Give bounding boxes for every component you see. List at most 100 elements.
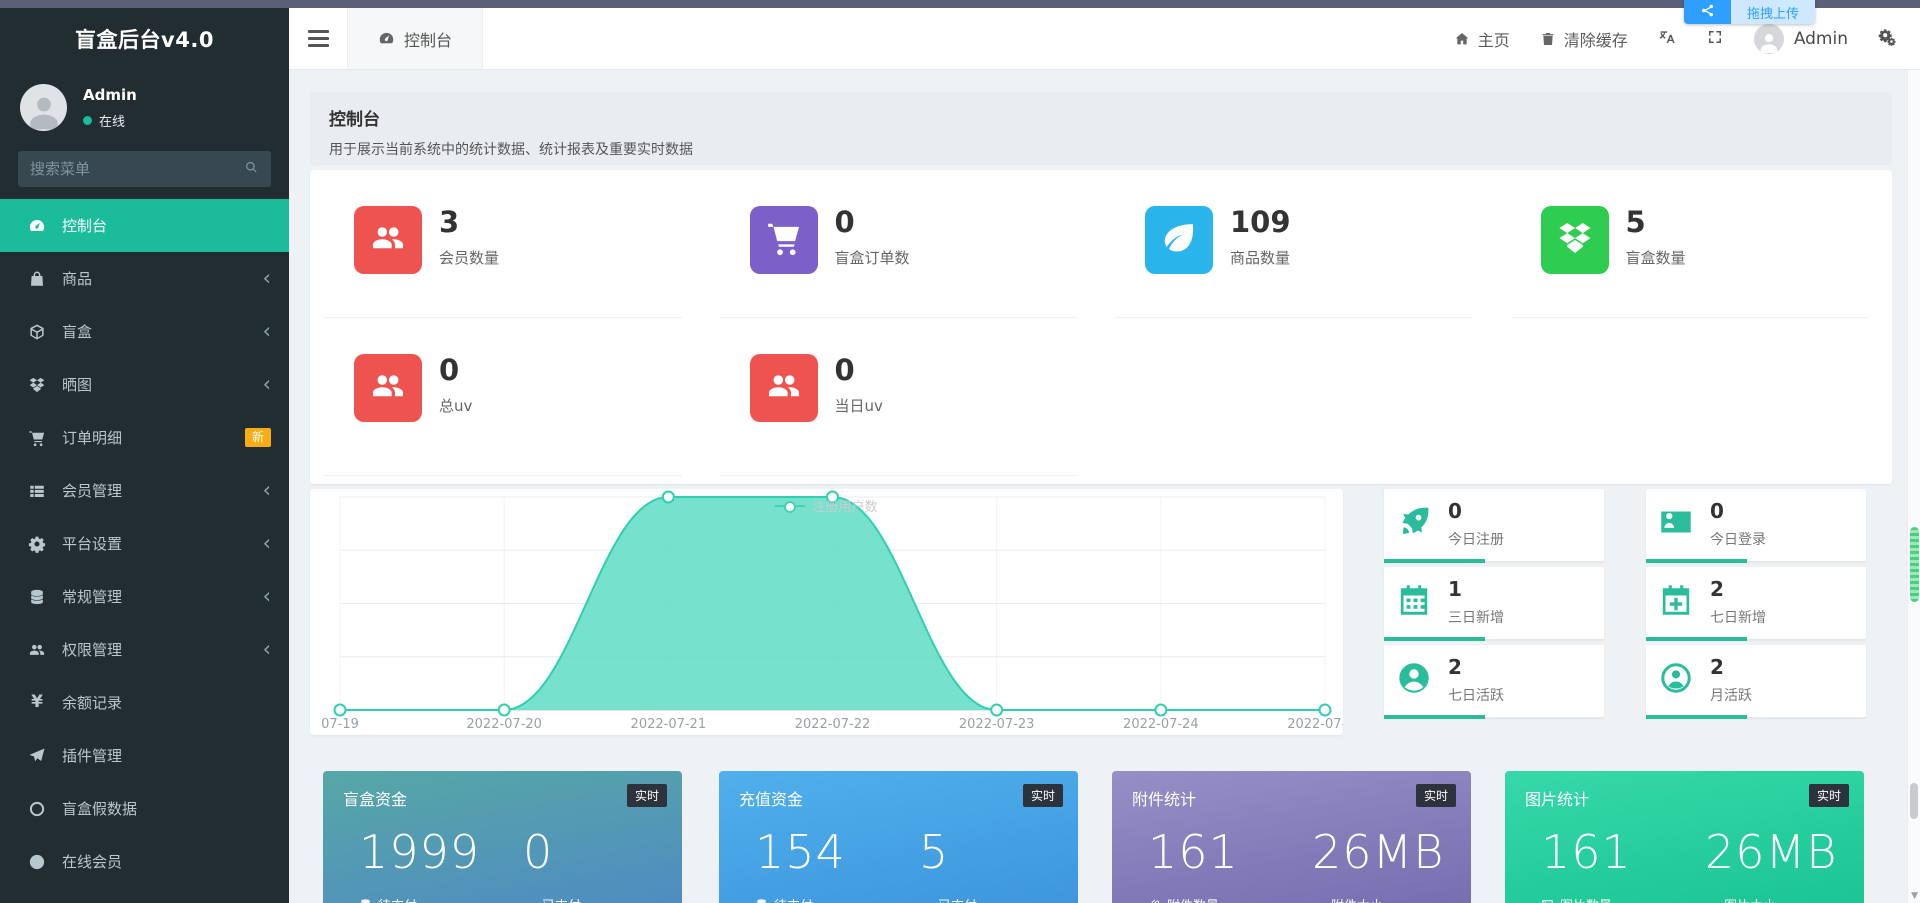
translate-button[interactable] (1658, 28, 1676, 50)
scrollbar-thumb-green[interactable] (1910, 527, 1919, 602)
realtime-card-value: 5 (919, 825, 950, 879)
tab-console[interactable]: 控制台 (347, 8, 483, 69)
sidebar-item-label: 商品 (62, 270, 93, 288)
sidebar-user-name: Admin (83, 85, 137, 104)
legend-label: 注册用户数 (812, 500, 878, 515)
stat-card-tile (749, 354, 818, 422)
stat-card-tile (354, 206, 422, 274)
settings-button[interactable] (1878, 28, 1896, 50)
sidebar-toggle-button[interactable] (289, 8, 347, 69)
page-subtitle: 用于展示当前系统中的统计数据、统计报表及重要实时数据 (329, 142, 693, 158)
realtime-card-stat-label: 附件大小 (1312, 895, 1383, 903)
realtime-card-stat-text: 待支付 (774, 895, 813, 903)
navbar-user-menu[interactable]: Admin (1753, 23, 1848, 54)
scrollbar-down-arrow-icon[interactable]: ▼ (1911, 892, 1918, 901)
navbar-right: 主页 清除缓存 Admin (1454, 23, 1920, 54)
clock-icon (28, 853, 46, 871)
user-avatar-icon (1753, 23, 1784, 54)
quick-stat-label: 今日注册 (1448, 532, 1504, 548)
users-icon (369, 219, 407, 261)
sidebar-item-label: 盲盒 (62, 323, 93, 341)
x-axis-tick-label: 2022-07-22 (795, 717, 871, 732)
navbar-item-clear-cache[interactable]: 清除缓存 (1540, 27, 1628, 51)
user-circle-o-icon (1658, 660, 1694, 696)
sidebar-item-label: 订单明细 (62, 429, 123, 447)
realtime-card: 充值资金 实时 154 待支付 5 已支付 (719, 771, 1078, 903)
online-status-label: 在线 (99, 114, 126, 130)
stat-card-value: 0 (439, 353, 460, 387)
sidebar-item[interactable]: 晒图 ‹ (0, 358, 289, 411)
legend-marker-icon (775, 500, 806, 513)
sidebar-item[interactable]: 插件管理 (0, 729, 289, 782)
app-root: 盲盒后台v4.0 Admin 在线 控制台商品 ‹ 盲盒 ‹ 晒图 ‹ 订单明细 新会员管理 ‹… (0, 0, 1920, 903)
search-icon (244, 160, 259, 179)
sidebar-item[interactable]: 商品 ‹ (0, 252, 289, 305)
quick-stat-item: 2 七日活跃 (1384, 645, 1604, 719)
cart-icon (28, 429, 46, 447)
sidebar-item[interactable]: 盲盒假数据 (0, 782, 289, 835)
users-icon (28, 641, 46, 659)
stat-card-tile (1540, 206, 1609, 274)
realtime-card-value: 26MB (1312, 825, 1445, 879)
sidebar-item-label: 会员管理 (62, 482, 123, 500)
realtime-card-stat-label: 待支付 (755, 895, 813, 903)
realtime-card: 盲盒资金 实时 1999 待支付 0 已支付 (323, 771, 682, 903)
quick-stat-item: 1 三日新增 (1384, 567, 1604, 641)
stat-card (1101, 318, 1497, 476)
yen-icon: ¥ (31, 692, 43, 712)
navbar-user-name: Admin (1793, 28, 1848, 49)
scrollbar-thumb[interactable] (1910, 783, 1918, 819)
stat-card-meta: 0 盲盒订单数 (835, 206, 910, 318)
gauge-icon (378, 30, 395, 47)
caret-down-icon (523, 898, 536, 903)
realtime-card-value: 1999 (359, 825, 481, 879)
gauge-icon (28, 217, 46, 235)
realtime-card-stat-label: 待支付 (359, 895, 417, 903)
search-input[interactable] (18, 160, 231, 178)
stat-cards-panel: 3 会员数量 0 盲盒订单数 109 商品数量 5 盲盒数量 0 总uv 0 当日uv (310, 170, 1892, 484)
expand-icon (1706, 28, 1724, 50)
sidebar-item[interactable]: ¥ 余额记录 (0, 676, 289, 729)
quick-stat-label: 七日新增 (1710, 610, 1766, 626)
stat-card-meta: 0 总uv (439, 354, 472, 476)
sidebar-item[interactable]: 在线会员 (0, 835, 289, 888)
quick-stat-value: 2 (1710, 655, 1724, 679)
chart-legend[interactable]: 注册用户数 (310, 496, 1343, 515)
translate-icon (1658, 28, 1676, 50)
data-point-marker (1154, 703, 1168, 717)
realtime-card-title: 盲盒资金 (343, 790, 408, 809)
navbar-item-home[interactable]: 主页 (1454, 27, 1510, 51)
stat-card-label: 总uv (439, 397, 473, 415)
stat-card: 5 盲盒数量 (1497, 170, 1893, 318)
search-button[interactable] (231, 160, 271, 179)
chevron-left-icon: ‹ (262, 531, 271, 555)
stat-card: 0 当日uv (706, 318, 1102, 476)
scrollbar-track[interactable]: ▼ (1907, 70, 1920, 903)
leaf-icon (1160, 219, 1198, 261)
sidebar-item[interactable]: 会员管理 ‹ (0, 464, 289, 517)
sidebar-item[interactable]: 常规管理 ‹ (0, 570, 289, 623)
sidebar-item[interactable]: 权限管理 ‹ (0, 623, 289, 676)
idcard-icon (1658, 504, 1694, 540)
main-content: 控制台 用于展示当前系统中的统计数据、统计报表及重要实时数据 3 会员数量 0 盲盒订… (289, 70, 1908, 903)
drag-upload-overlay[interactable]: 拖拽上传 (1684, 0, 1815, 24)
sidebar-item-label: 常规管理 (62, 588, 123, 606)
sidebar-item[interactable]: 控制台 (0, 199, 289, 252)
realtime-card-stat-label: 已支付 (523, 895, 581, 903)
realtime-card-stat-text: 附件大小 (1331, 895, 1383, 903)
gauge-icon (378, 30, 395, 47)
expand-button[interactable] (1706, 28, 1724, 50)
sidebar-user-panel: Admin 在线 (0, 70, 289, 139)
users-icon (765, 367, 803, 409)
sidebar-item[interactable]: 订单明细 新 (0, 411, 289, 464)
new-badge: 新 (244, 427, 271, 448)
quick-stat-label: 今日登录 (1710, 532, 1766, 548)
sidebar-item[interactable]: 盲盒 ‹ (0, 305, 289, 358)
sidebar-item[interactable]: 平台设置 ‹ (0, 517, 289, 570)
sidebar-menu: 控制台 商品 ‹ 盲盒 ‹ 晒图 ‹ 订单明细 新会员管理 ‹ 平台设置 ‹ 常规管理 ‹ 权限管理 ‹ ¥ 余额… (0, 199, 289, 888)
sidebar: 盲盒后台v4.0 Admin 在线 控制台商品 ‹ 盲盒 ‹ 晒图 ‹ 订单明细 新会员管理 ‹… (0, 8, 289, 903)
chevron-left-icon: ‹ (262, 319, 271, 343)
cube-icon (28, 323, 46, 341)
sidebar-search (18, 151, 271, 187)
paperclip-icon (1148, 898, 1161, 903)
